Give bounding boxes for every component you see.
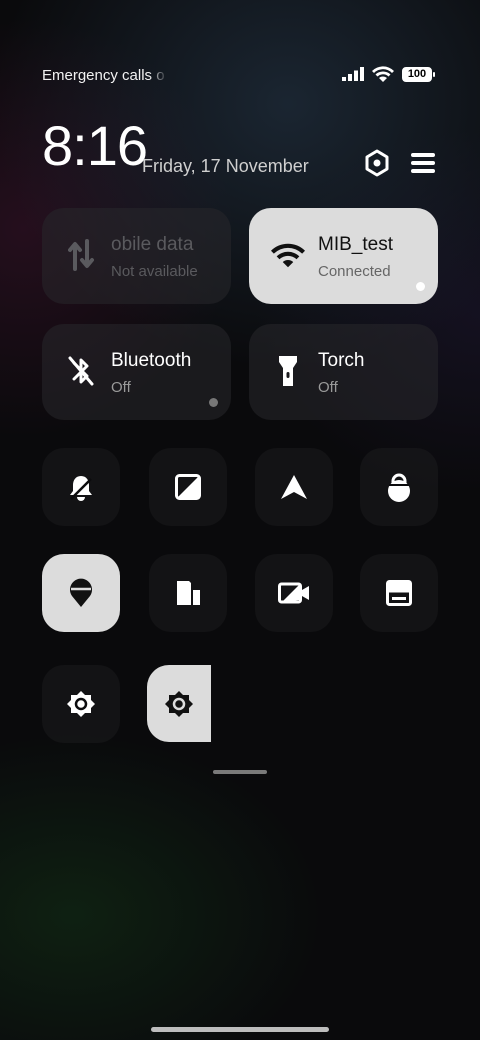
bluetooth-off-icon	[64, 354, 98, 388]
toggle-lock[interactable]	[360, 448, 438, 526]
status-icons: 100	[342, 66, 435, 82]
expand-dot[interactable]	[209, 398, 218, 407]
battery-icon: 100	[402, 66, 435, 82]
panel-drag-handle[interactable]	[213, 770, 267, 774]
expand-dot[interactable]	[416, 282, 425, 291]
toggle-location-send[interactable]	[255, 448, 333, 526]
battery-level: 100	[407, 68, 427, 80]
brightness-icon-active	[165, 690, 193, 717]
tile-subtitle: Not available	[111, 263, 198, 280]
toggle-dual-sim[interactable]	[149, 554, 227, 632]
tile-title: obile data	[111, 234, 194, 255]
bell-icon	[70, 476, 92, 501]
dual-sim-icon	[177, 581, 200, 605]
signal-icon	[342, 67, 364, 81]
location-pin-icon	[70, 578, 92, 607]
hexagon-settings-icon	[365, 149, 389, 177]
toggle-mute[interactable]	[42, 448, 120, 526]
tile-bluetooth[interactable]: Bluetooth Off	[42, 324, 231, 420]
home-indicator[interactable]	[151, 1027, 329, 1032]
tile-subtitle: Connected	[318, 263, 391, 280]
brightness-icon	[67, 691, 95, 717]
clock: 8:16	[42, 114, 148, 177]
tile-subtitle: Off	[111, 379, 131, 396]
location-arrow-icon	[281, 475, 307, 499]
date: Friday, 17 November	[142, 156, 309, 176]
float-window-icon	[386, 580, 412, 606]
toggle-location[interactable]	[42, 554, 120, 632]
tile-mobile-data[interactable]: obile data Not available	[42, 208, 231, 304]
tile-wifi[interactable]: MIB_test Connected	[249, 208, 438, 304]
wifi-icon	[271, 238, 305, 272]
toggle-brightness[interactable]	[42, 665, 120, 743]
menu-icon	[411, 153, 435, 173]
mobile-data-icon	[64, 238, 98, 272]
tile-torch[interactable]: Torch Off	[249, 324, 438, 420]
toggle-brightness-active[interactable]	[147, 665, 211, 742]
tile-title: Bluetooth	[111, 350, 192, 371]
status-carrier-text: Emergency calls o	[42, 67, 165, 84]
wifi-icon	[372, 66, 394, 82]
auto-brightness-icon	[175, 474, 201, 500]
edit-menu-button[interactable]	[408, 148, 438, 178]
toggle-screen-record[interactable]	[255, 554, 333, 632]
tile-title: Torch	[318, 350, 365, 371]
toggle-auto-brightness[interactable]	[149, 448, 227, 526]
lock-rotation-icon	[388, 473, 410, 502]
tile-subtitle: Off	[318, 379, 338, 396]
torch-icon	[271, 354, 305, 388]
settings-button[interactable]	[362, 148, 392, 178]
toggle-float-window[interactable]	[360, 554, 438, 632]
screen-record-icon	[278, 582, 309, 604]
tile-title: MIB_test	[318, 234, 393, 255]
